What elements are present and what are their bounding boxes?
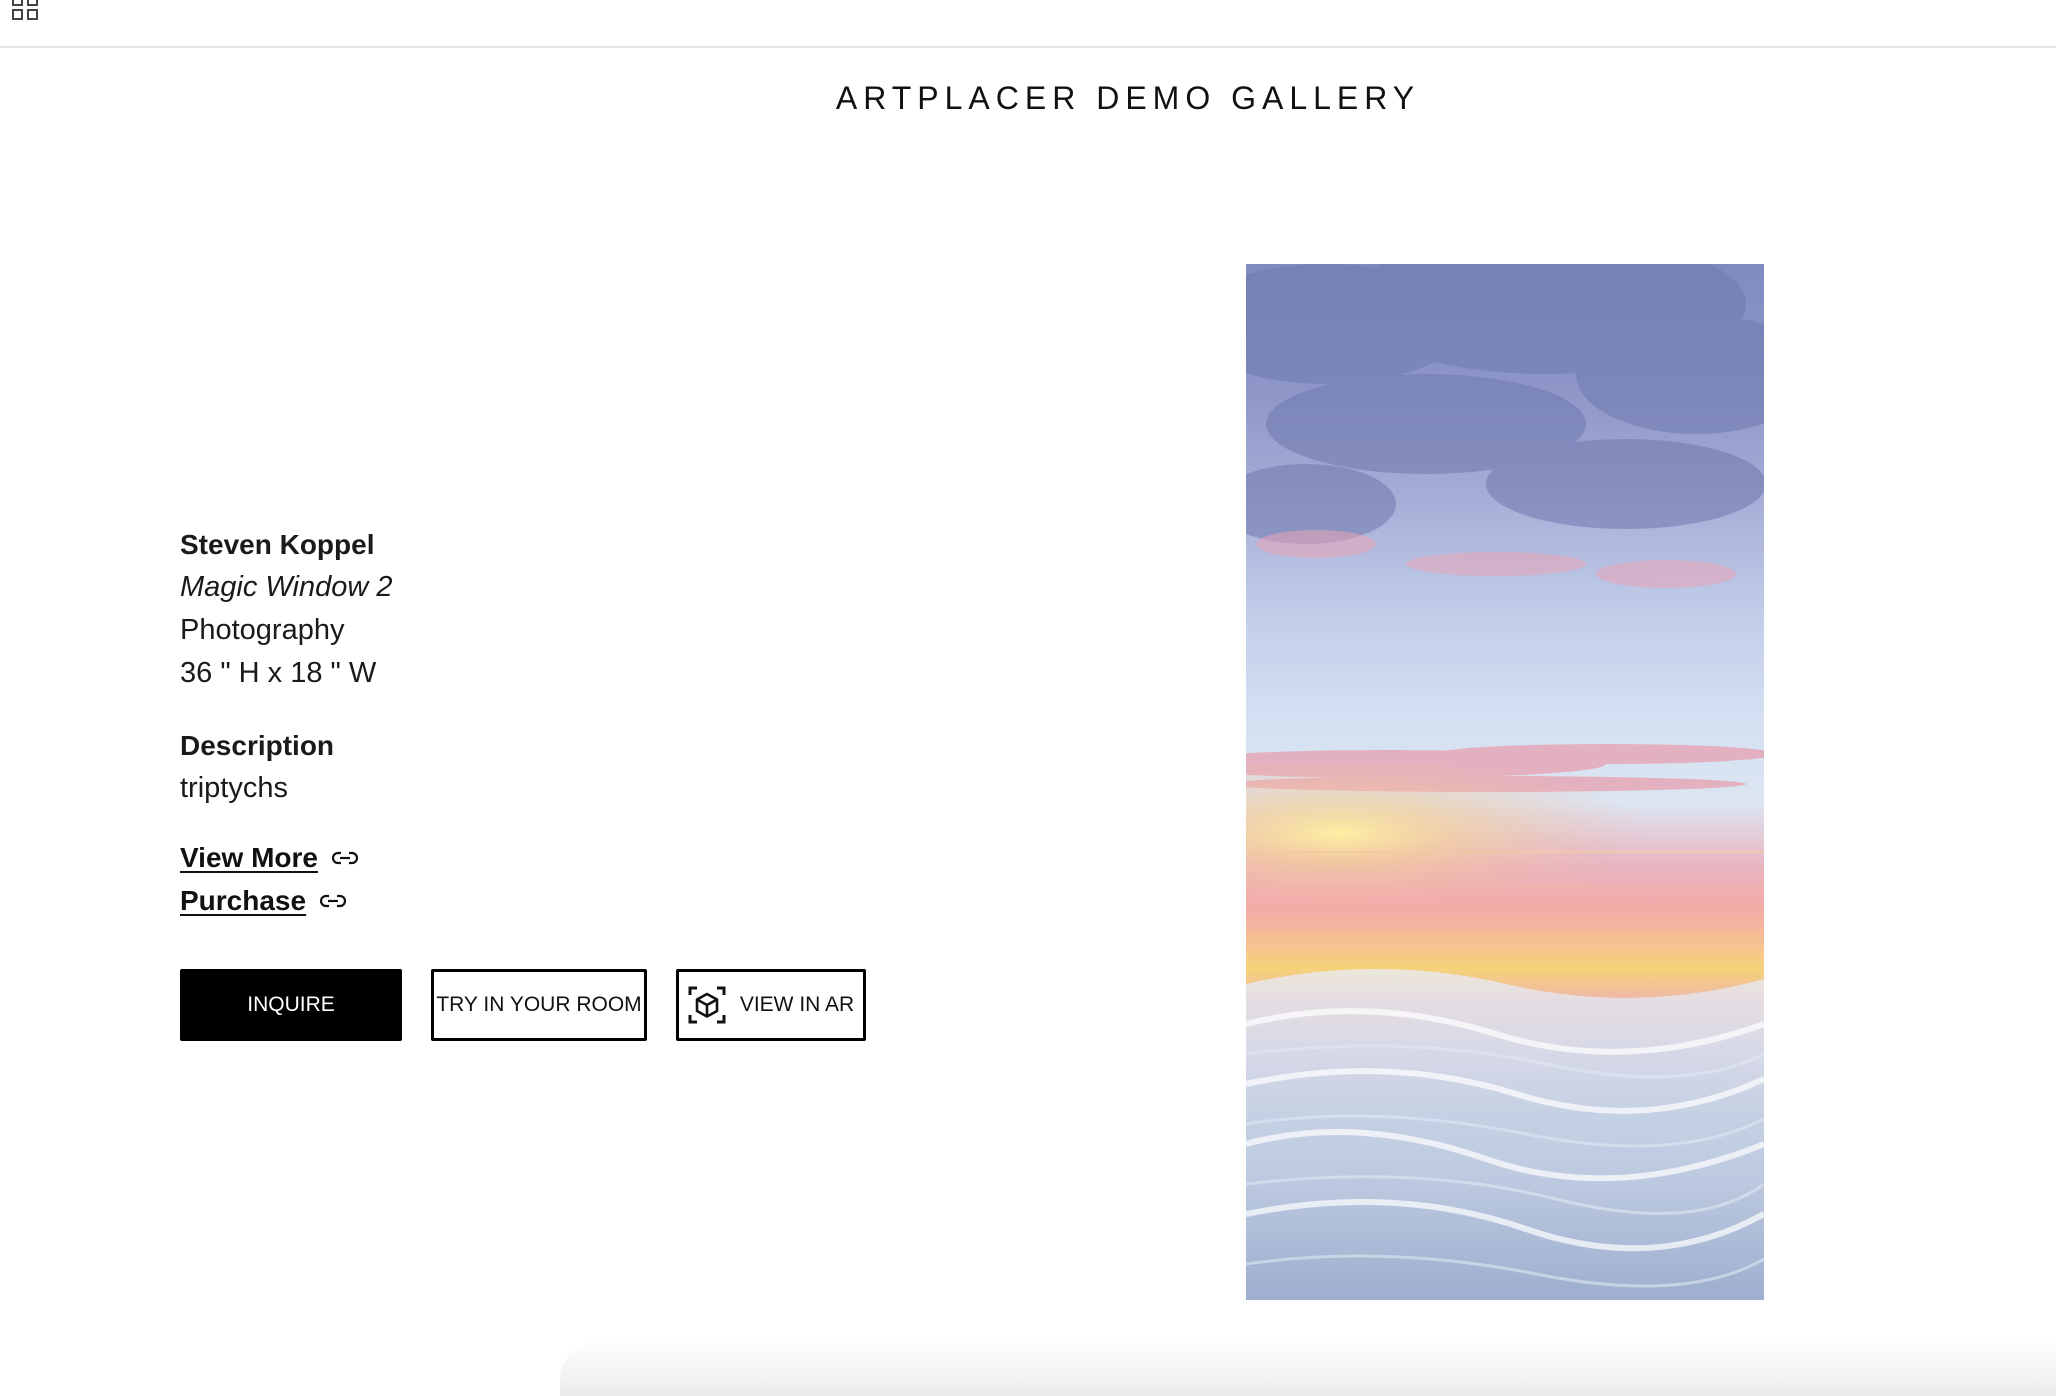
artwork-medium: Photography bbox=[180, 614, 345, 646]
ar-cube-icon bbox=[688, 986, 726, 1024]
purchase-link[interactable]: Purchase bbox=[180, 885, 306, 917]
seascape-photograph bbox=[1246, 264, 1764, 1300]
try-in-your-room-button[interactable]: TRY IN YOUR ROOM bbox=[431, 969, 647, 1041]
top-bar bbox=[0, 0, 2056, 48]
grid-icon[interactable] bbox=[11, 0, 41, 22]
view-in-ar-button[interactable]: VIEW IN AR bbox=[676, 969, 866, 1041]
purchase-row: Purchase bbox=[180, 879, 940, 922]
artwork-dimensions: 36 " H x 18 " W bbox=[180, 657, 377, 689]
view-in-ar-label: VIEW IN AR bbox=[739, 993, 855, 1016]
artwork-title: Magic Window 2 bbox=[180, 571, 393, 603]
bottom-shadow bbox=[560, 1340, 2056, 1396]
artist-name: Steven Koppel bbox=[180, 529, 375, 560]
try-in-your-room-label: TRY IN YOUR ROOM bbox=[436, 993, 642, 1016]
link-icon bbox=[331, 851, 358, 864]
description-label: Description bbox=[180, 730, 335, 761]
inquire-button[interactable]: INQUIRE bbox=[180, 969, 402, 1041]
gallery-title: ARTPLACER DEMO GALLERY bbox=[835, 80, 1421, 116]
link-icon bbox=[320, 894, 347, 907]
artwork-links: View More Purchase bbox=[180, 836, 940, 922]
action-buttons: INQUIRE TRY IN YOUR ROOM VIEW IN AR bbox=[180, 969, 866, 1041]
artwork-info: Steven Koppel Magic Window 2 Photography… bbox=[180, 523, 940, 922]
description-text: triptychs bbox=[180, 772, 288, 804]
view-more-link[interactable]: View More bbox=[180, 842, 318, 874]
inquire-button-label: INQUIRE bbox=[247, 993, 335, 1016]
artwork-image bbox=[1246, 264, 1764, 1300]
view-more-row: View More bbox=[180, 836, 940, 879]
